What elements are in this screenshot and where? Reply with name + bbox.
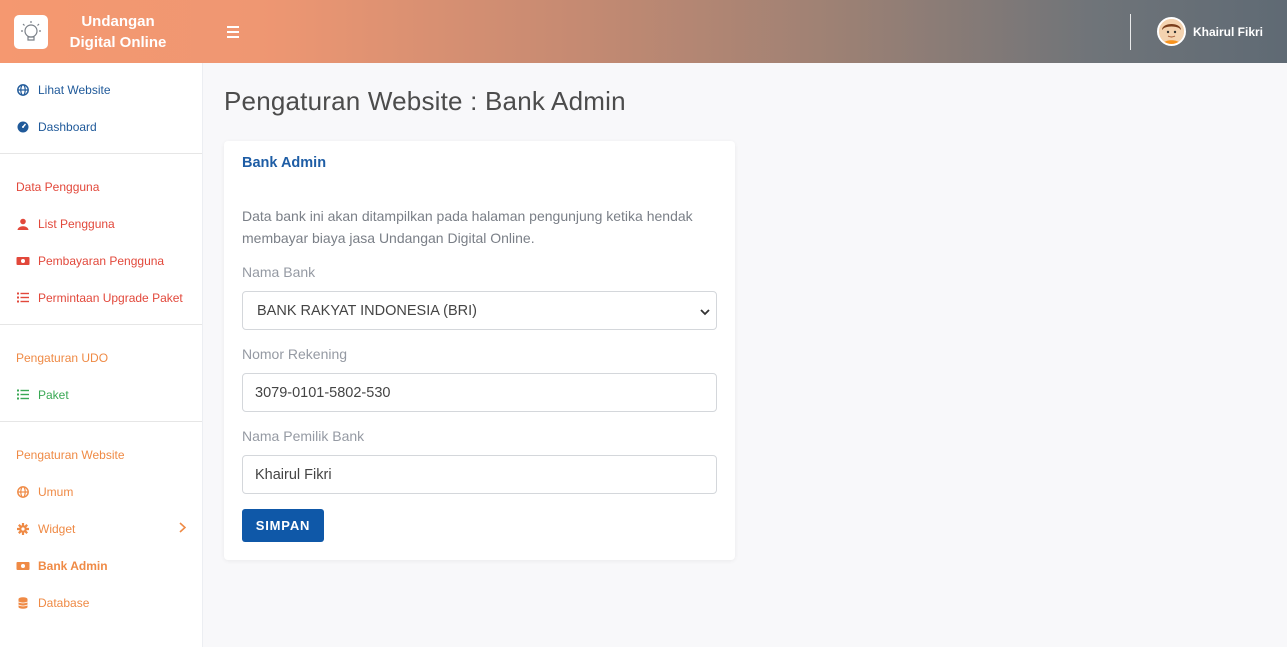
bank-name-selected-value: BANK RAKYAT INDONESIA (BRI) <box>257 302 477 319</box>
bank-name-select[interactable]: BANK RAKYAT INDONESIA (BRI) <box>242 291 717 330</box>
sidebar-item-label: Bank Admin <box>38 558 108 573</box>
owner-name-value: Khairul Fikri <box>255 466 332 483</box>
account-number-input[interactable]: 3079-0101-5802-530 <box>242 373 717 412</box>
sidebar-item-permintaan-upgrade-paket[interactable]: Permintaan Upgrade Paket <box>0 279 202 316</box>
brand-name: Undangan Digital Online <box>48 11 188 53</box>
tachometer-icon <box>16 120 30 134</box>
sidebar-item-label: Dashboard <box>38 119 97 134</box>
sidebar-item-dashboard[interactable]: Dashboard <box>0 108 202 145</box>
sidebar-item-bank-admin[interactable]: Bank Admin <box>0 547 202 584</box>
user-name: Khairul Fikri <box>1192 24 1263 39</box>
card-title: Bank Admin <box>242 155 327 171</box>
sidebar-item-label: Permintaan Upgrade Paket <box>38 290 183 305</box>
sidebar-item-label: Umum <box>38 484 74 499</box>
sidebar-heading-pengaturan-udo: Pengaturan UDO <box>16 350 109 365</box>
brand-line-2: Digital Online <box>69 33 167 51</box>
sidebar-item-label: List Pengguna <box>38 216 115 231</box>
cog-icon <box>16 522 30 536</box>
bank-name-label: Nama Bank <box>242 264 316 280</box>
globe-icon <box>16 83 30 97</box>
list-icon <box>16 291 30 305</box>
sidebar-divider <box>0 153 202 154</box>
sidebar: Lihat Website Dashboard Data Pengguna Li… <box>0 63 203 647</box>
card-description: Data bank ini akan ditampilkan pada hala… <box>242 208 693 246</box>
navbar-divider <box>1129 13 1131 50</box>
sidebar-item-label: Database <box>38 595 90 610</box>
sidebar-item-label: Lihat Website <box>38 82 111 97</box>
menu-toggle-icon[interactable] <box>227 24 245 40</box>
avatar <box>1156 17 1186 46</box>
sidebar-item-list-pengguna[interactable]: List Pengguna <box>0 205 202 242</box>
chevron-down-icon <box>700 305 710 321</box>
list-icon <box>16 388 30 402</box>
sidebar-item-widget[interactable]: Widget <box>0 510 202 547</box>
sidebar-heading-data-pengguna: Data Pengguna <box>16 179 100 194</box>
owner-name-input[interactable]: Khairul Fikri <box>242 455 717 494</box>
sidebar-heading-pengaturan-website: Pengaturan Website <box>16 447 125 462</box>
sidebar-item-pembayaran-pengguna[interactable]: Pembayaran Pengguna <box>0 242 202 279</box>
sidebar-item-database[interactable]: Database <box>0 584 202 621</box>
user-menu[interactable]: Khairul Fikri <box>1156 17 1263 46</box>
sidebar-item-umum[interactable]: Umum <box>0 473 202 510</box>
brand[interactable]: Undangan Digital Online <box>0 0 203 63</box>
database-icon <box>16 596 30 610</box>
lightbulb-icon <box>14 14 48 49</box>
owner-name-label: Nama Pemilik Bank <box>242 428 365 444</box>
globe-icon <box>16 485 30 499</box>
money-bill-icon <box>16 254 30 268</box>
sidebar-item-label: Widget <box>38 521 76 536</box>
top-navbar: Undangan Digital Online Khairul Fikri <box>0 0 1287 63</box>
sidebar-item-paket[interactable]: Paket <box>0 376 202 413</box>
sidebar-item-lihat-website[interactable]: Lihat Website <box>0 71 202 108</box>
sidebar-divider <box>0 421 202 422</box>
sidebar-divider <box>0 324 202 325</box>
money-bill-icon <box>16 559 30 573</box>
sidebar-item-label: Paket <box>38 387 69 402</box>
bank-admin-card: Bank Admin Data bank ini akan ditampilka… <box>224 141 735 560</box>
chevron-right-icon <box>179 521 187 536</box>
sidebar-item-label: Pembayaran Pengguna <box>38 253 165 268</box>
brand-line-1: Undangan <box>81 12 155 30</box>
account-number-value: 3079-0101-5802-530 <box>255 384 391 401</box>
page-title: Pengaturan Website : Bank Admin <box>224 86 626 116</box>
account-number-label: Nomor Rekening <box>242 346 348 362</box>
save-button[interactable]: SIMPAN <box>242 509 324 542</box>
user-icon <box>16 217 30 231</box>
